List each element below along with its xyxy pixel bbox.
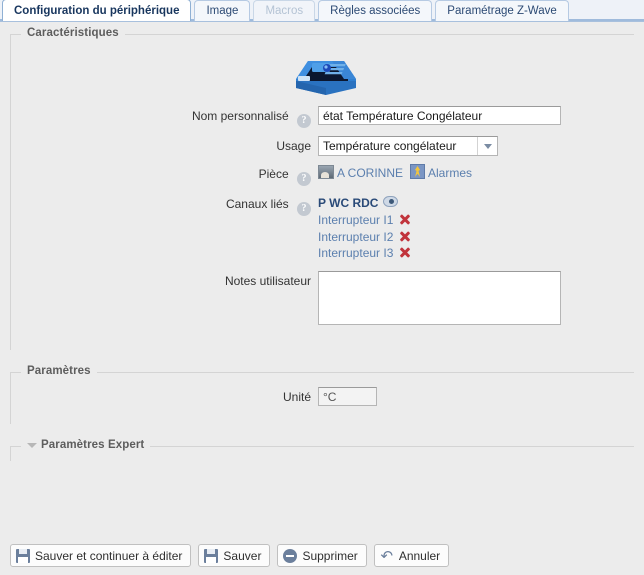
field-usage: Température congélateur — [311, 136, 634, 156]
parametres-form: Unité — [11, 373, 634, 424]
tab-label: Règles associées — [330, 5, 421, 17]
field-notes-utilisateur — [311, 271, 634, 328]
channel-link[interactable]: Interrupteur I1 — [318, 213, 393, 227]
label-usage: Usage — [11, 136, 311, 153]
caracteristiques-form: Nom personnalisé ? Usage Température con… — [11, 106, 634, 350]
chevron-down-icon[interactable] — [27, 442, 37, 448]
tab-parametrage-z-wave[interactable]: Paramétrage Z-Wave — [435, 0, 569, 21]
row-usage: Usage Température congélateur — [11, 136, 634, 156]
delete-icon[interactable] — [398, 246, 411, 258]
help-icon[interactable]: ? — [297, 172, 311, 186]
button-label: Sauver et continuer à éditer — [35, 548, 183, 563]
eye-icon[interactable] — [383, 196, 399, 207]
label-notes-utilisateur: Notes utilisateur — [11, 271, 311, 288]
section-alarm-icon — [410, 164, 426, 179]
action-button-bar: Sauver et continuer à éditer Sauver Supp… — [0, 544, 644, 567]
usage-select-arrow[interactable] — [477, 137, 497, 155]
list-item: Interrupteur I3 — [318, 244, 634, 261]
row-notes-utilisateur: Notes utilisateur — [11, 271, 634, 328]
label-text: Notes utilisateur — [224, 274, 311, 289]
tab-configuration-du-peripherique[interactable]: Configuration du périphérique — [2, 0, 192, 21]
field-piece: A CORINNE Alarmes — [311, 164, 634, 180]
notes-textarea[interactable] — [318, 271, 561, 326]
field-nom-personnalise — [311, 106, 634, 125]
nom-personnalise-input[interactable] — [318, 106, 561, 125]
tab-image[interactable]: Image — [194, 0, 251, 21]
section-parametres-legend: Paramètres — [21, 365, 97, 378]
label-text: Pièce — [258, 167, 289, 181]
field-unite — [311, 387, 634, 407]
label-text: Canaux liés — [225, 197, 289, 211]
label-text: Usage — [276, 139, 311, 153]
section-parametres-expert[interactable]: Paramètres Expert — [10, 439, 634, 462]
label-canaux-lies: Canaux liés ? — [11, 194, 311, 216]
chevron-down-icon — [483, 143, 492, 149]
page-content: Caractéristiques Nom personnalisé ? état… — [0, 27, 644, 575]
help-icon[interactable]: ? — [297, 114, 311, 128]
legend-text: Paramètres Expert — [41, 439, 145, 452]
save-button[interactable]: Sauver — [198, 544, 271, 567]
row-nom-personnalise: Nom personnalisé ? — [11, 106, 634, 128]
tab-bar: Configuration du périphérique Image Macr… — [0, 0, 644, 22]
tab-label: Configuration du périphérique — [14, 5, 180, 17]
undo-arrow-icon: ↶ — [380, 546, 394, 565]
cancel-button[interactable]: ↶ Annuler — [373, 544, 450, 567]
channel-link-primary[interactable]: P WC RDC — [318, 196, 378, 210]
delete-icon[interactable] — [398, 213, 411, 225]
tab-label: Paramétrage Z-Wave — [447, 5, 557, 17]
room-thumbnail-icon — [318, 165, 334, 179]
row-piece: Pièce ? A CORINNE Alarmes — [11, 164, 634, 186]
device-image — [295, 61, 356, 95]
device-image-container — [11, 35, 634, 106]
label-piece: Pièce ? — [11, 164, 311, 186]
tab-label: Image — [206, 5, 239, 17]
channel-link[interactable]: Interrupteur I3 — [318, 246, 393, 260]
label-nom-personnalise: Nom personnalisé ? — [11, 106, 311, 128]
row-canaux-lies: Canaux liés ? P WC RDC Interrupteur I1 I… — [11, 194, 634, 261]
usage-select[interactable]: Température congélateur — [318, 136, 498, 156]
section-parametres-expert-legend[interactable]: Paramètres Expert — [21, 439, 151, 452]
save-and-continue-button[interactable]: Sauver et continuer à éditer — [10, 544, 192, 567]
list-item: P WC RDC — [318, 194, 634, 211]
room-link[interactable]: A CORINNE — [337, 166, 403, 180]
label-text: Nom personnalisé — [191, 109, 289, 123]
label-text: Unité — [282, 390, 311, 405]
button-label: Sauver — [223, 548, 262, 563]
tab-regles-associees[interactable]: Règles associées — [318, 0, 433, 21]
delete-button[interactable]: Supprimer — [277, 544, 367, 567]
minus-circle-icon — [283, 548, 298, 563]
floppy-disk-icon — [16, 548, 30, 563]
section-parametres: Paramètres Unité — [10, 365, 634, 425]
row-unite: Unité — [11, 387, 634, 407]
section-caracteristiques-legend: Caractéristiques — [21, 27, 125, 39]
list-item: Interrupteur I2 — [318, 228, 634, 245]
button-label: Annuler — [398, 548, 441, 563]
section-caracteristiques: Caractéristiques Nom personnalisé ? état… — [10, 27, 634, 351]
tab-label: Macros — [265, 5, 304, 17]
section-link[interactable]: Alarmes — [428, 166, 472, 180]
channel-link[interactable]: Interrupteur I2 — [318, 229, 393, 243]
help-icon[interactable]: ? — [297, 202, 311, 216]
label-unite: Unité — [11, 387, 311, 404]
tab-macros: Macros — [253, 0, 316, 21]
button-label: Supprimer — [302, 548, 358, 563]
delete-icon[interactable] — [398, 230, 411, 242]
field-canaux-lies: P WC RDC Interrupteur I1 Interrupteur I2… — [311, 194, 634, 261]
floppy-disk-icon — [204, 548, 219, 563]
list-item: Interrupteur I1 — [318, 211, 634, 228]
unite-input[interactable] — [318, 387, 377, 407]
usage-select-value: Température congélateur — [323, 139, 457, 153]
